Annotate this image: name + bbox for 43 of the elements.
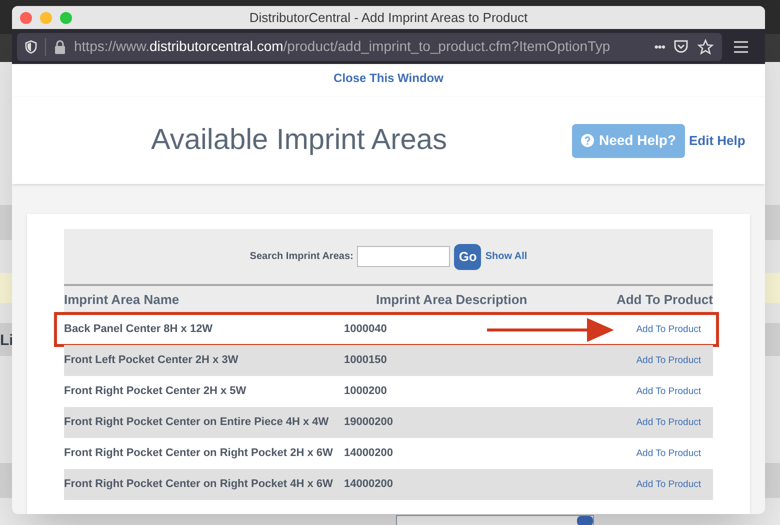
- question-icon: [580, 134, 594, 148]
- close-window-icon[interactable]: [20, 12, 32, 24]
- show-all-link[interactable]: Show All: [485, 249, 528, 264]
- table-cell-text: 14000200: [344, 446, 394, 462]
- lock-icon: [54, 40, 66, 54]
- go-button[interactable]: Go: [454, 244, 482, 270]
- menu-icon[interactable]: [734, 40, 748, 53]
- table-cell-text: Front Right Pocket Center on Right Pocket 2H x 6W: [64, 446, 334, 462]
- table-cell-text: 19000200: [344, 415, 394, 430]
- table-cell-text: Front Right Pocket Center on Entire Piece 4H x 4W: [64, 415, 330, 430]
- add-to-product-link[interactable]: Add To Product: [636, 354, 701, 369]
- star-icon[interactable]: [697, 38, 714, 55]
- background-text: Li: [0, 331, 14, 351]
- table-cell-text: 1000200: [344, 384, 388, 400]
- table-cell-text: Back Panel Center 8H x 12W: [64, 322, 214, 338]
- search-field[interactable]: [357, 246, 450, 268]
- table-cell-text: 14000200: [344, 477, 394, 492]
- search-label: Search Imprint Areas:: [250, 250, 354, 264]
- address-bar[interactable]: https://www.distributorcentral.com/product/add_imprint_to_product.cfm?ItemOptionTyp •••: [17, 32, 722, 61]
- shield-icon: [25, 40, 37, 54]
- table-cell-text: Front Right Pocket Center 2H x 5W: [64, 384, 248, 400]
- column-header: Imprint Area Name: [64, 291, 180, 310]
- window-title: DistributorCentral - Add Imprint Areas to Product: [249, 8, 528, 27]
- page-title: Available Imprint Areas: [151, 122, 448, 158]
- add-to-product-link[interactable]: Add To Product: [636, 478, 701, 493]
- url-text: https://www.distributorcentral.com/product/add_imprint_to_product.cfm?ItemOptionTyp: [74, 37, 612, 56]
- column-header: Add To Product: [615, 291, 713, 310]
- add-to-product-link[interactable]: Add To Product: [636, 385, 701, 400]
- close-window-link[interactable]: Close This Window: [334, 69, 444, 85]
- arrow-icon: [487, 318, 614, 342]
- table-cell-text: Front Right Pocket Center on Right Pocket 4H x 6W: [64, 477, 334, 492]
- edit-help-link[interactable]: Edit Help: [689, 130, 746, 150]
- add-to-product-link[interactable]: Add To Product: [636, 447, 701, 462]
- column-header: Imprint Area Description: [376, 291, 528, 310]
- add-to-product-link[interactable]: Add To Product: [636, 323, 701, 338]
- add-to-product-link[interactable]: Add To Product: [636, 416, 701, 431]
- pocket-icon[interactable]: [673, 39, 689, 54]
- more-actions-button[interactable]: •••: [654, 38, 665, 56]
- table-cell-text: Front Left Pocket Center 2H x 3W: [64, 353, 240, 368]
- zoom-window-icon[interactable]: [60, 12, 72, 24]
- minimize-window-icon[interactable]: [40, 12, 52, 24]
- table-cell-text: 1000150: [344, 353, 388, 368]
- table-cell-text: 1000040: [344, 322, 388, 338]
